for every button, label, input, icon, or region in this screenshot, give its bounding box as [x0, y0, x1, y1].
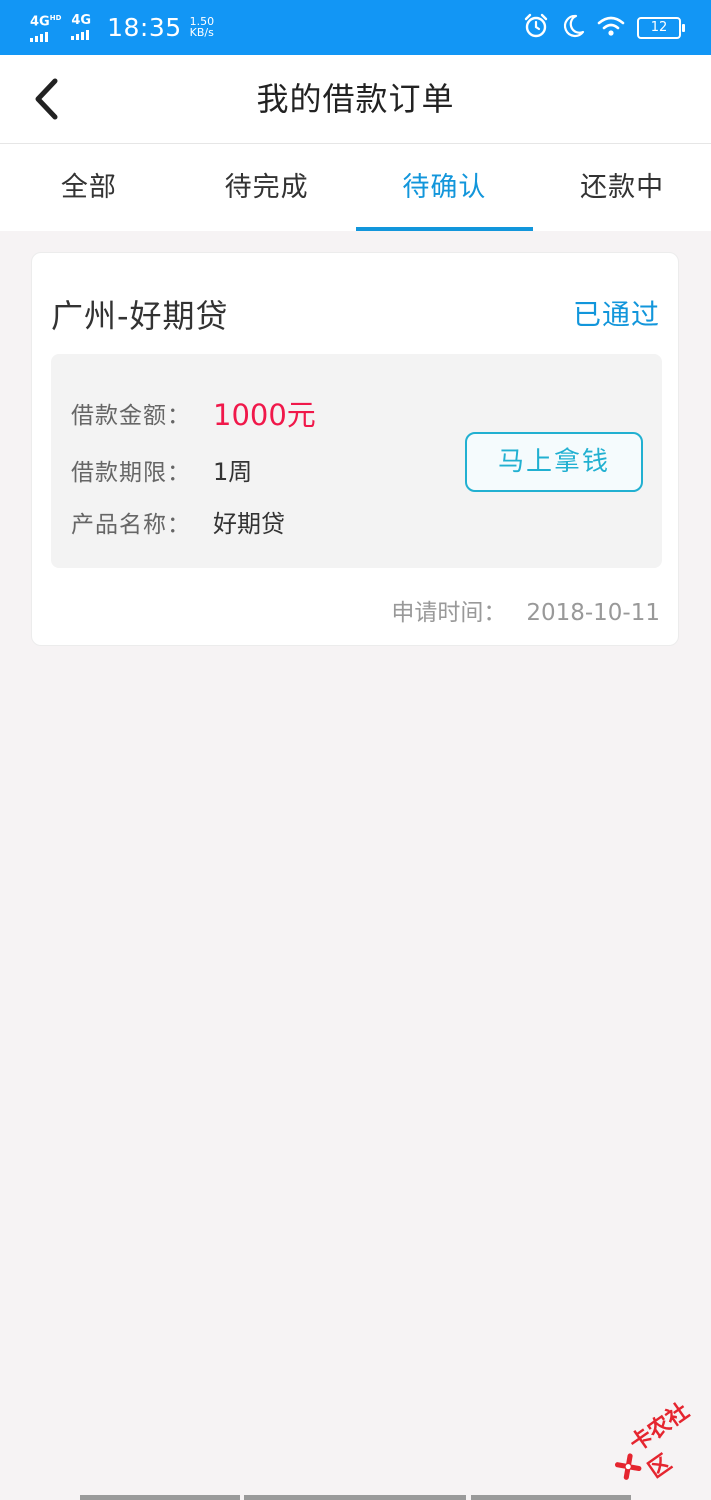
tab-repaying[interactable]: 还款中 — [533, 144, 711, 231]
gesture-bar-center[interactable] — [244, 1495, 466, 1500]
apply-time-label: 申请时间： — [391, 600, 507, 626]
amount-row: 借款金额： 1000元 — [71, 392, 316, 434]
amount-label: 借款金额： — [71, 403, 191, 429]
network-speed: 1.50 KB/s — [190, 16, 215, 38]
alarm-icon — [523, 13, 549, 43]
watermark: 卡农社区 — [601, 1389, 711, 1499]
order-title: 广州-好期贷 — [51, 297, 229, 335]
wifi-icon — [597, 15, 625, 41]
battery-icon: 12 — [637, 17, 685, 39]
network-speed-unit: KB/s — [189, 26, 214, 39]
page-title: 我的借款订单 — [256, 80, 455, 118]
term-value: 1周 — [213, 458, 253, 486]
clock: 18:35 — [107, 12, 182, 42]
status-badge: 已通过 — [572, 298, 660, 331]
status-bar-left: 4GHD 4G 18:35 1.50 KB/s — [30, 10, 214, 44]
signal-2: 4G — [71, 14, 91, 40]
order-details: 借款金额： 1000元 借款期限： 1周 产品名称： 好期贷 马上拿钱 — [51, 354, 662, 568]
product-row: 产品名称： 好期贷 — [71, 504, 285, 539]
signal-1: 4GHD — [30, 12, 62, 42]
product-value: 好期贷 — [213, 510, 285, 538]
apply-time: 申请时间： 2018-10-11 — [391, 593, 660, 627]
gesture-bar-left[interactable] — [80, 1495, 240, 1500]
tab-to-confirm[interactable]: 待确认 — [355, 144, 534, 231]
signal-1-label: 4G — [30, 14, 50, 30]
app-header: 我的借款订单 — [0, 55, 711, 144]
amount-value: 1000元 — [213, 398, 316, 432]
signal-bars-icon — [30, 31, 48, 42]
signal-bars-icon — [71, 30, 90, 40]
gesture-bar-right[interactable] — [471, 1495, 631, 1500]
status-bar-right: 12 — [523, 13, 685, 43]
get-money-button[interactable]: 马上拿钱 — [465, 432, 643, 492]
tab-pending[interactable]: 待完成 — [178, 144, 356, 231]
order-tabs: 全部 待完成 待确认 还款中 — [0, 144, 711, 231]
apply-time-value: 2018-10-11 — [526, 600, 660, 626]
term-label: 借款期限： — [71, 459, 191, 486]
signal-2-label: 4G — [71, 13, 92, 28]
order-card[interactable]: 广州-好期贷 已通过 借款金额： 1000元 借款期限： 1周 产品名称： 好期… — [31, 252, 679, 646]
term-row: 借款期限： 1周 — [71, 452, 252, 487]
status-bar: 4GHD 4G 18:35 1.50 KB/s 12 — [0, 0, 711, 55]
moon-icon — [561, 13, 585, 43]
product-label: 产品名称： — [71, 511, 191, 538]
tab-all[interactable]: 全部 — [0, 144, 178, 231]
signal-1-sup: HD — [49, 14, 62, 23]
